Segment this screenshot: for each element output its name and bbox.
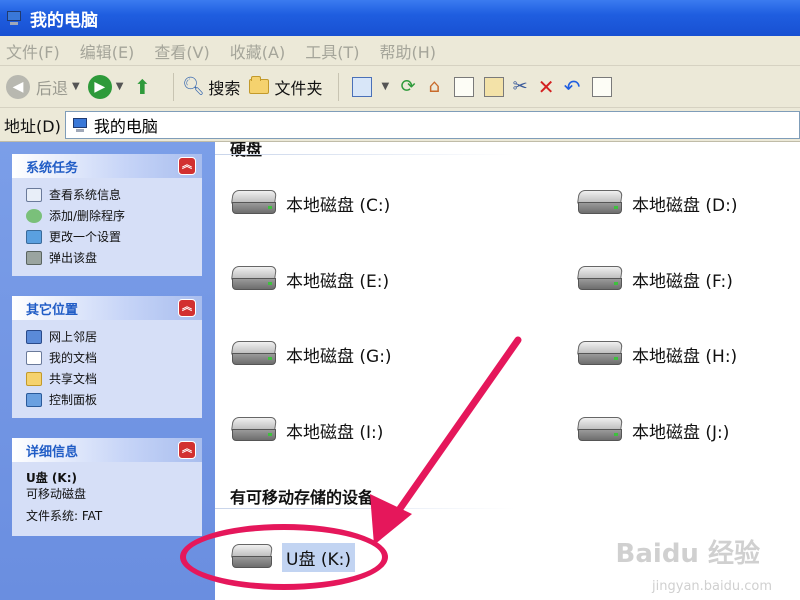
- menu-view[interactable]: 查看(V): [154, 39, 209, 63]
- folder-icon: [248, 76, 270, 98]
- documents-icon: [26, 350, 42, 365]
- removable-group-title: 有可移动存储的设备: [230, 488, 375, 507]
- menu-edit[interactable]: 编辑(E): [80, 39, 135, 63]
- hard-drive-icon: [576, 339, 624, 369]
- eject-icon: [26, 250, 42, 265]
- menu-file[interactable]: 文件(F): [6, 39, 60, 63]
- home-icon[interactable]: ⌂: [423, 76, 445, 98]
- place-control-panel[interactable]: 控制面板: [26, 389, 202, 410]
- detail-drive-name: U盘 (K:): [26, 471, 77, 485]
- back-label: 后退: [36, 78, 69, 98]
- forward-button[interactable]: ▶ ▼: [87, 74, 124, 99]
- details-box: 详细信息 ︽ U盘 (K:) 可移动磁盘 文件系统: FAT: [12, 438, 202, 536]
- group-divider: [215, 154, 515, 155]
- hard-drive-icon: [576, 264, 624, 294]
- address-bar: 地址(D) 我的电脑: [0, 108, 800, 142]
- chevron-down-icon: ▼: [72, 81, 80, 92]
- chevron-down-icon: ▼: [381, 81, 390, 92]
- search-icon: 🔍︎: [182, 76, 205, 97]
- task-view-system-info[interactable]: 查看系统信息: [26, 184, 202, 205]
- drive-i[interactable]: 本地磁盘 (I:): [230, 415, 383, 445]
- details-title: 详细信息: [26, 444, 79, 460]
- hard-drive-icon: [576, 188, 624, 218]
- hard-drive-icon: [230, 339, 278, 369]
- baidu-watermark: Baidu 经验: [615, 539, 760, 569]
- menu-bar: 文件(F) 编辑(E) 查看(V) 收藏(A) 工具(T) 帮助(H): [0, 36, 800, 66]
- undo-icon[interactable]: ↶: [561, 75, 583, 99]
- drive-e[interactable]: 本地磁盘 (E:): [230, 264, 389, 294]
- other-places-box: 其它位置 ︽ 网上邻居 我的文档 共享文档 控制面板: [12, 296, 202, 418]
- task-add-remove-programs[interactable]: 添加/删除程序: [26, 205, 202, 226]
- cut-icon[interactable]: ✂: [509, 76, 531, 98]
- toolbar-separator: [173, 72, 175, 101]
- views-button[interactable]: ▼: [347, 76, 390, 97]
- drive-d[interactable]: 本地磁盘 (D:): [576, 188, 738, 218]
- my-computer-icon: [6, 10, 24, 26]
- copy-icon[interactable]: [454, 76, 475, 97]
- title-bar: 我的电脑: [0, 0, 800, 36]
- address-value: 我的电脑: [93, 116, 158, 136]
- toolbar-separator: [338, 72, 340, 101]
- task-eject-disk[interactable]: 弹出该盘: [26, 247, 202, 268]
- search-label: 搜索: [208, 78, 241, 98]
- folders-button[interactable]: 文件夹: [248, 75, 322, 99]
- address-label: 地址(D): [4, 116, 61, 136]
- system-info-icon: [26, 187, 42, 202]
- collapse-icon[interactable]: ︽: [178, 299, 196, 317]
- hard-drive-icon: [230, 264, 278, 294]
- detail-filesystem: 文件系统: FAT: [26, 509, 103, 523]
- task-change-setting[interactable]: 更改一个设置: [26, 226, 202, 247]
- toolbar: ◀ 后退 ▼ ▶ ▼ ⬆ 🔍︎ 搜索 文件夹 ▼ ⟳ ⌂ ✂ ✕ ↶: [0, 66, 800, 108]
- views-icon: [352, 76, 373, 97]
- drive-j[interactable]: 本地磁盘 (J:): [576, 415, 729, 445]
- other-places-title: 其它位置: [26, 302, 79, 318]
- menu-favorites[interactable]: 收藏(A): [230, 39, 285, 63]
- other-places-header[interactable]: 其它位置 ︽: [12, 296, 202, 320]
- hard-drive-icon: [230, 188, 278, 218]
- collapse-icon[interactable]: ︽: [178, 441, 196, 459]
- hdd-group-title: 硬盘: [230, 142, 263, 159]
- group-divider: [215, 508, 515, 509]
- place-my-documents[interactable]: 我的文档: [26, 347, 202, 368]
- system-tasks-box: 系统任务 ︽ 查看系统信息 添加/删除程序 更改一个设置 弹出该盘: [12, 154, 202, 276]
- up-folder-button[interactable]: ⬆: [131, 74, 157, 99]
- menu-help[interactable]: 帮助(H): [379, 39, 436, 63]
- drive-c[interactable]: 本地磁盘 (C:): [230, 188, 390, 218]
- delete-icon[interactable]: ✕: [535, 75, 557, 99]
- drive-h[interactable]: 本地磁盘 (H:): [576, 339, 737, 369]
- system-tasks-title: 系统任务: [26, 160, 79, 176]
- back-button[interactable]: ◀ 后退 ▼: [6, 74, 80, 99]
- folder-icon: [26, 371, 42, 386]
- settings-icon: [26, 229, 42, 244]
- paste-icon[interactable]: [484, 76, 505, 97]
- properties-icon[interactable]: [592, 76, 613, 97]
- up-folder-icon: ⬆: [134, 74, 151, 99]
- task-panel: 系统任务 ︽ 查看系统信息 添加/删除程序 更改一个设置 弹出该盘 其它位置 ︽…: [0, 142, 215, 600]
- watermark-url: jingyan.baidu.com: [652, 579, 772, 594]
- place-network[interactable]: 网上邻居: [26, 326, 202, 347]
- programs-icon: [26, 208, 42, 223]
- drive-f[interactable]: 本地磁盘 (F:): [576, 264, 733, 294]
- my-computer-icon: [72, 117, 88, 133]
- back-arrow-icon: ◀: [6, 74, 30, 99]
- window-title: 我的电脑: [30, 10, 98, 31]
- details-header[interactable]: 详细信息 ︽: [12, 438, 202, 462]
- folders-label: 文件夹: [274, 78, 323, 98]
- hard-drive-icon: [230, 415, 278, 445]
- control-panel-icon: [26, 392, 42, 407]
- detail-drive-type: 可移动磁盘: [26, 487, 87, 501]
- menu-tools[interactable]: 工具(T): [305, 39, 359, 63]
- forward-arrow-icon: ▶: [87, 74, 112, 99]
- drive-g[interactable]: 本地磁盘 (G:): [230, 339, 392, 369]
- highlight-oval: [180, 524, 388, 590]
- refresh-icon[interactable]: ⟳: [397, 76, 419, 98]
- place-shared-documents[interactable]: 共享文档: [26, 368, 202, 389]
- hard-drive-icon: [576, 415, 624, 445]
- network-icon: [26, 329, 42, 344]
- system-tasks-header[interactable]: 系统任务 ︽: [12, 154, 202, 178]
- chevron-down-icon: ▼: [115, 81, 124, 92]
- address-input[interactable]: 我的电脑: [64, 110, 800, 139]
- search-button[interactable]: 🔍︎ 搜索: [182, 75, 240, 99]
- collapse-icon[interactable]: ︽: [178, 157, 196, 175]
